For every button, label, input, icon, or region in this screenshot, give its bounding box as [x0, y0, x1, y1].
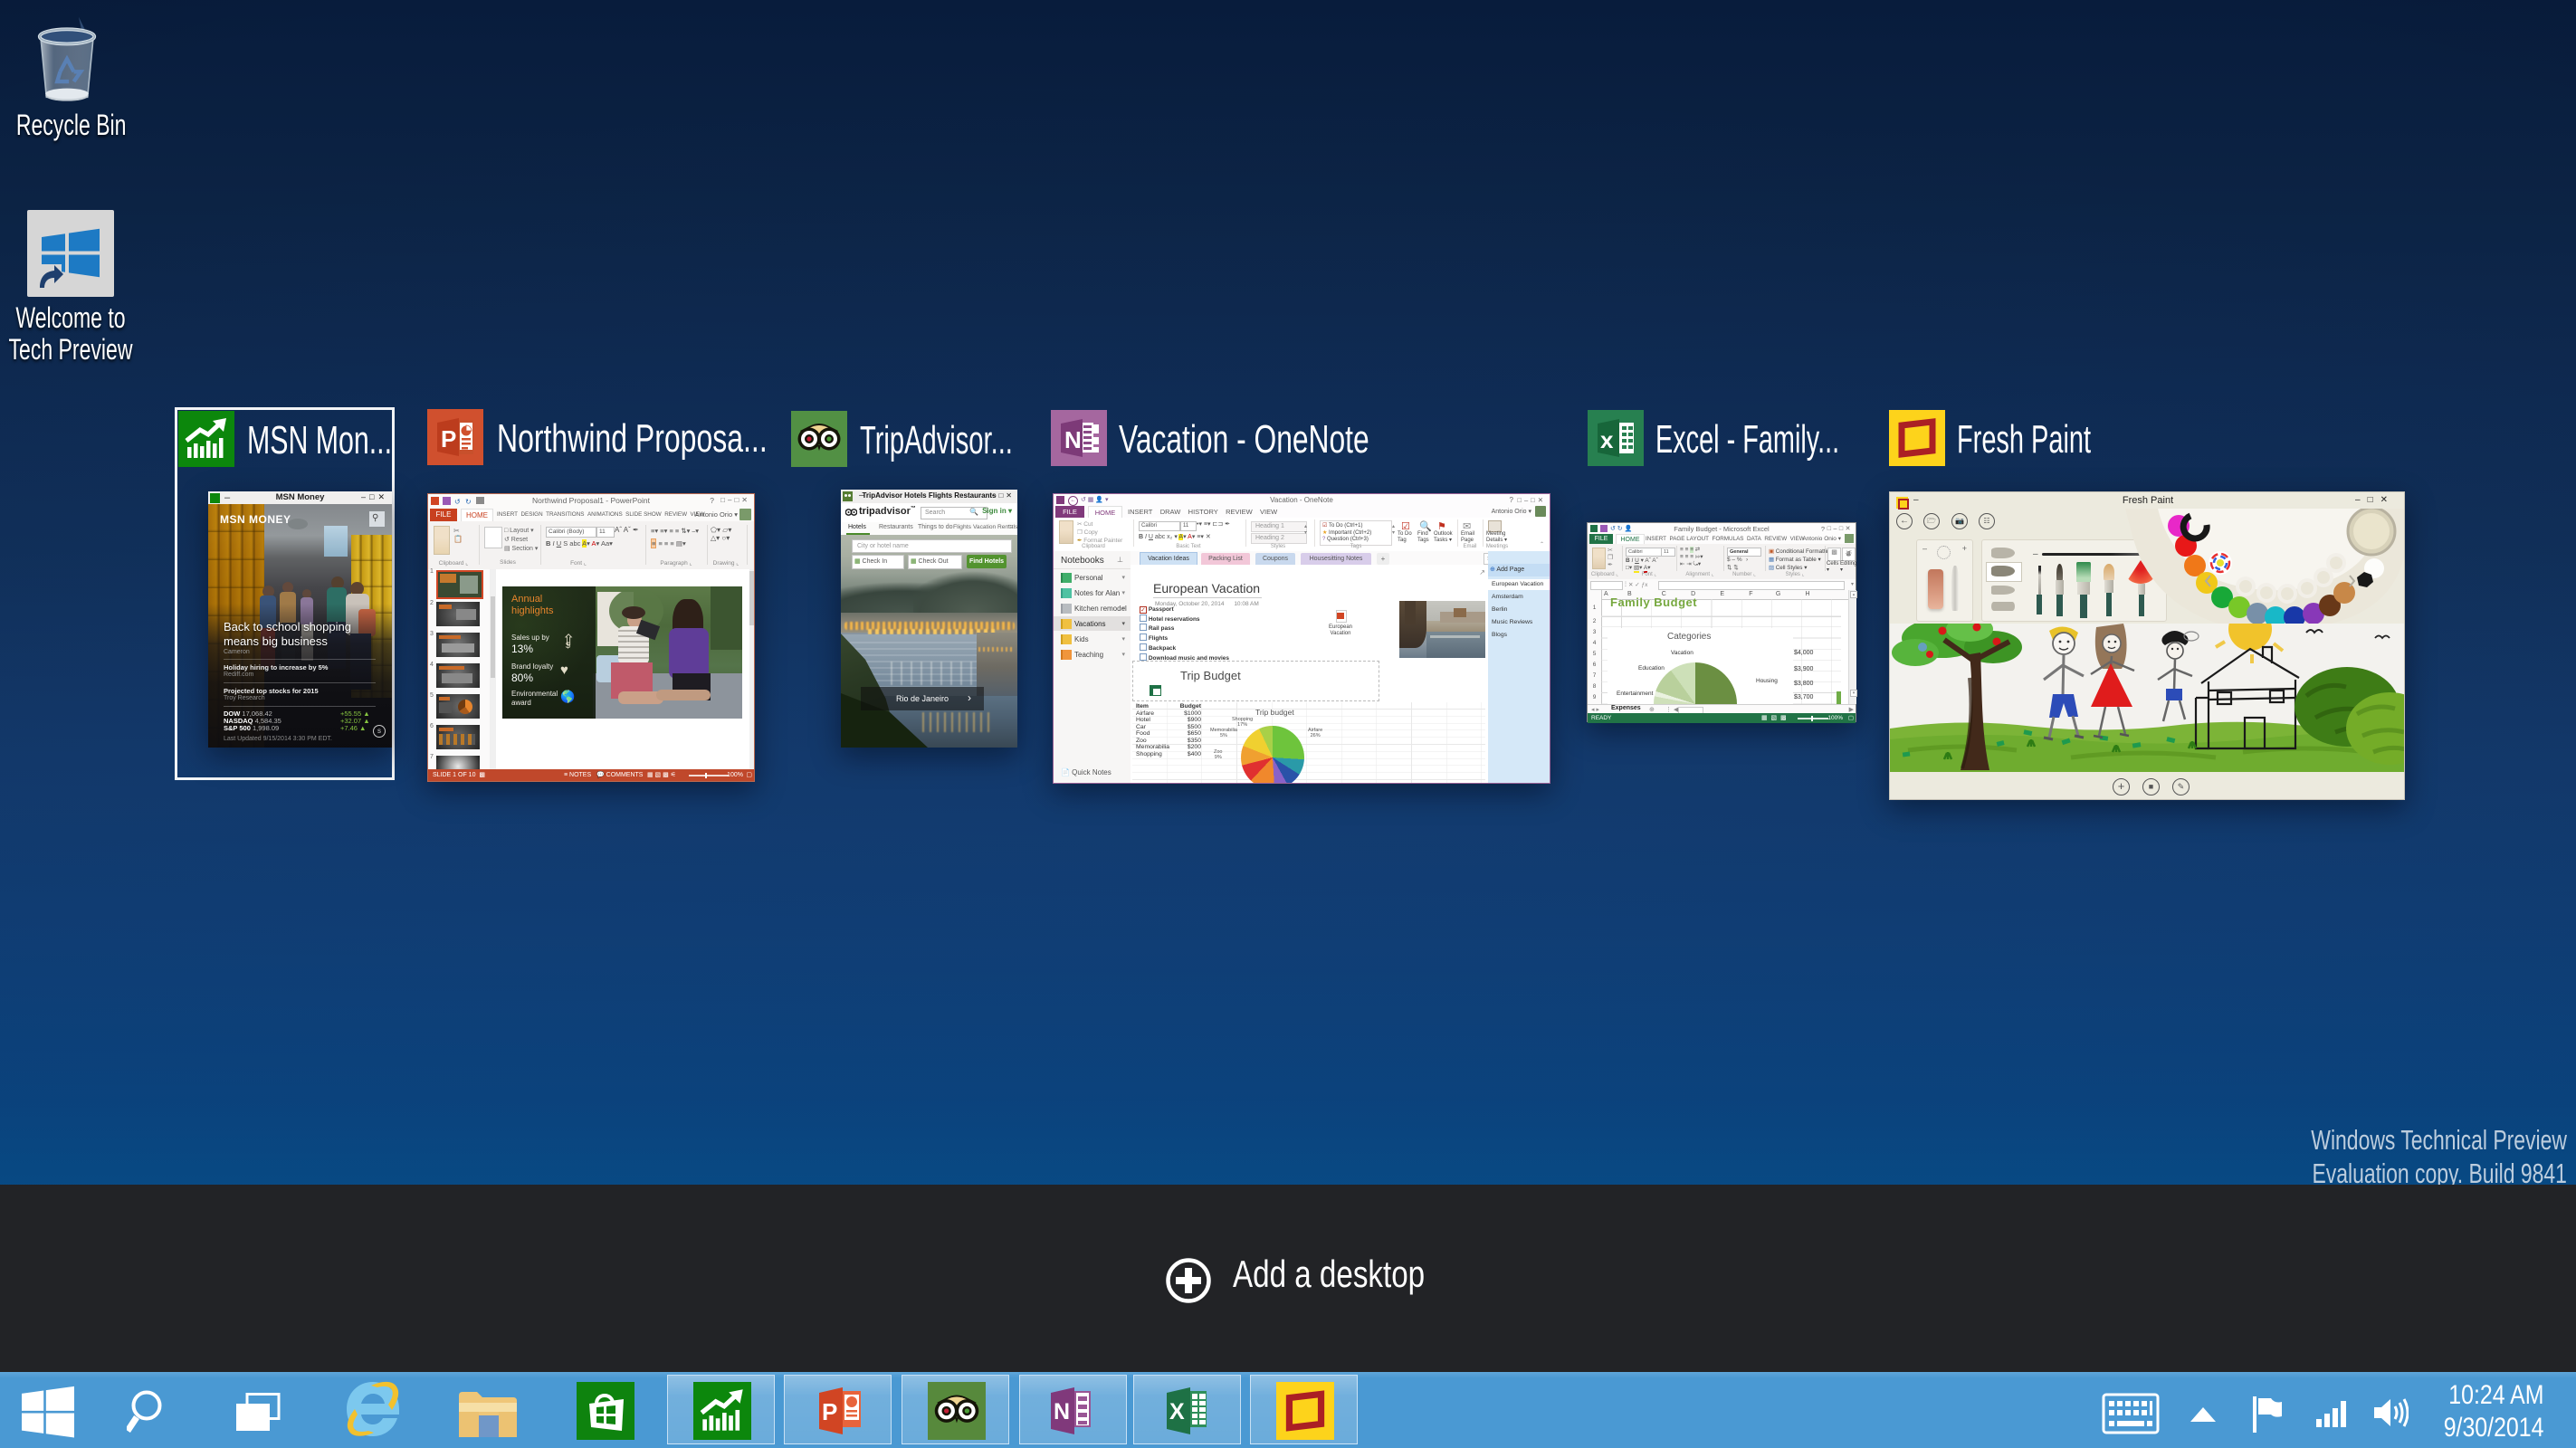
- svg-text:X: X: [1169, 1399, 1185, 1424]
- svg-text:N: N: [1054, 1399, 1070, 1424]
- svg-text:P: P: [822, 1398, 837, 1425]
- svg-text:P: P: [441, 425, 456, 452]
- svg-text:x: x: [1600, 426, 1614, 453]
- svg-text:N: N: [1064, 426, 1082, 453]
